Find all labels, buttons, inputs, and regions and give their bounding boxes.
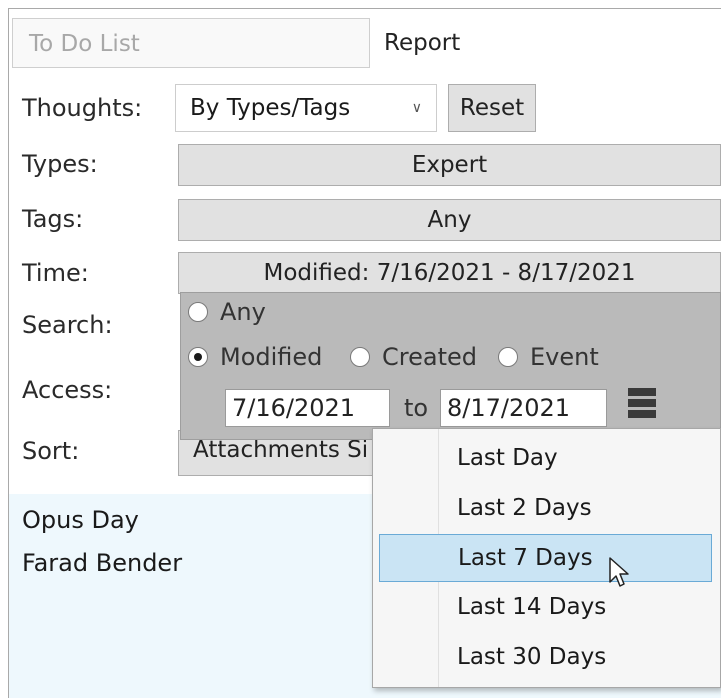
- search-label: Search:: [22, 311, 113, 339]
- radio-event-circle: [498, 347, 518, 367]
- thoughts-select[interactable]: By Types/Tags ∨: [175, 84, 437, 132]
- menu-item-last-day[interactable]: Last Day: [379, 435, 712, 483]
- menu-icon[interactable]: [628, 388, 656, 420]
- radio-event[interactable]: Event: [498, 343, 599, 371]
- thoughts-select-value: By Types/Tags: [190, 95, 351, 121]
- menu-item-last-14-days[interactable]: Last 14 Days: [379, 584, 712, 632]
- radio-event-label: Event: [530, 343, 599, 371]
- time-button[interactable]: Modified: 7/16/2021 - 8/17/2021: [178, 252, 721, 294]
- list-item[interactable]: Opus Day: [22, 506, 139, 534]
- time-label: Time:: [22, 259, 89, 287]
- menu-item-last-30-days[interactable]: Last 30 Days: [379, 634, 712, 682]
- radio-modified[interactable]: Modified: [188, 343, 322, 371]
- to-date-input[interactable]: 8/17/2021: [440, 389, 607, 427]
- radio-created-circle: [350, 347, 370, 367]
- mouse-cursor-icon: [609, 557, 629, 587]
- to-label: to: [404, 394, 429, 422]
- thoughts-label: Thoughts:: [22, 94, 143, 122]
- reset-button[interactable]: Reset: [448, 84, 536, 132]
- access-label: Access:: [22, 376, 113, 404]
- tab-to-do-list[interactable]: To Do List: [12, 18, 370, 68]
- types-label: Types:: [22, 150, 98, 178]
- radio-created-label: Created: [382, 343, 477, 371]
- radio-created[interactable]: Created: [350, 343, 477, 371]
- radio-modified-circle: [188, 347, 208, 367]
- menu-item-last-7-days[interactable]: Last 7 Days: [379, 534, 712, 582]
- from-date-input[interactable]: 7/16/2021: [225, 389, 390, 427]
- tags-label: Tags:: [22, 205, 84, 233]
- tab-report[interactable]: Report: [370, 18, 721, 68]
- tags-button[interactable]: Any: [178, 199, 721, 241]
- chevron-down-icon: ∨: [411, 100, 422, 116]
- menu-item-last-2-days[interactable]: Last 2 Days: [379, 485, 712, 533]
- date-range-menu: Last Day Last 2 Days Last 7 Days Last 14…: [372, 428, 721, 688]
- types-button[interactable]: Expert: [178, 144, 721, 186]
- radio-any-circle: [188, 302, 208, 322]
- radio-any[interactable]: Any: [188, 298, 266, 326]
- list-item[interactable]: Farad Bender: [22, 549, 182, 577]
- radio-modified-label: Modified: [220, 343, 323, 371]
- radio-any-label: Any: [220, 298, 266, 326]
- sort-label: Sort:: [22, 437, 80, 465]
